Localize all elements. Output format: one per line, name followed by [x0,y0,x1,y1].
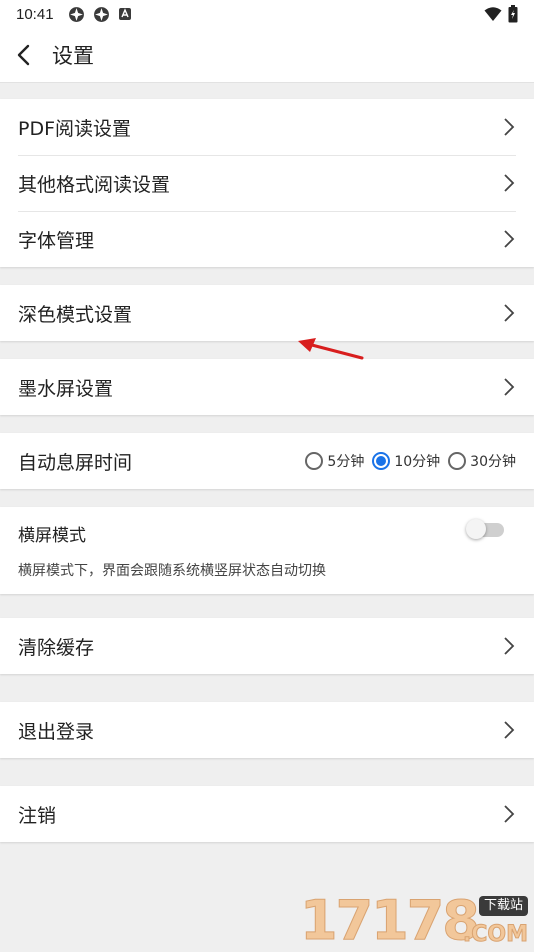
watermark-badge: 下载站 [478,896,528,916]
eink-settings-label: 墨水屏设置 [18,377,114,400]
font-management-label: 字体管理 [18,229,95,252]
logout-item[interactable]: 退出登录 [0,702,534,758]
timeout-option-10min[interactable]: 10分钟 [372,451,440,471]
timeout-option-label: 10分钟 [394,454,441,470]
app-icon [118,8,131,20]
pdf-reading-settings-label: PDF阅读设置 [18,117,132,140]
deregister-label: 注销 [18,804,57,827]
screen-timeout-radio-group: 5分钟 10分钟 30分钟 [305,451,516,471]
screen-timeout-item: 自动息屏时间 5分钟 10分钟 30分钟 [0,433,534,489]
status-icons-left [68,6,132,23]
notification-icon-2 [93,6,109,22]
toggle-knob [466,519,486,539]
dark-mode-settings-label: 深色模式设置 [18,303,133,326]
other-format-reading-settings-item[interactable]: 其他格式阅读设置 [0,155,534,211]
status-bar: 10:41 [0,0,534,28]
chevron-right-icon [502,635,516,657]
site-watermark: 17178 下载站 .COM [300,888,530,950]
chevron-right-icon [502,719,516,741]
timeout-option-label: 30分钟 [470,454,516,470]
deregister-item[interactable]: 注销 [0,786,534,842]
watermark-suffix: .COM [462,922,528,947]
screen-timeout-label: 自动息屏时间 [18,451,133,474]
wifi-icon [484,7,502,21]
clear-cache-label: 清除缓存 [18,636,95,659]
landscape-mode-description: 横屏模式下，界面会跟随系统横竖屏状态自动切换 [18,563,326,579]
back-button[interactable] [0,28,50,82]
battery-icon [508,5,518,23]
notification-icon-1 [68,6,84,22]
screen-timeout-section: 自动息屏时间 5分钟 10分钟 30分钟 [0,433,534,489]
app-bar: 设置 [0,28,534,83]
landscape-mode-toggle[interactable] [466,519,504,539]
timeout-option-5min[interactable]: 5分钟 [305,451,364,471]
reading-settings-section: PDF阅读设置 其他格式阅读设置 字体管理 [0,99,534,267]
status-time: 10:41 [16,5,54,23]
radio-unchecked-icon [448,452,467,470]
clear-cache-section: 清除缓存 [0,618,534,674]
logout-label: 退出登录 [18,720,95,743]
eink-settings-item[interactable]: 墨水屏设置 [0,359,534,415]
deregister-section: 注销 [0,786,534,842]
chevron-right-icon [502,228,516,250]
logout-section: 退出登录 [0,702,534,758]
eink-section: 墨水屏设置 [0,359,534,415]
landscape-section: 横屏模式 横屏模式下，界面会跟随系统横竖屏状态自动切换 [0,507,534,594]
other-format-reading-settings-label: 其他格式阅读设置 [18,173,171,196]
page-title: 设置 [52,44,94,68]
watermark-digits: 17178 [300,889,481,952]
chevron-right-icon [502,803,516,825]
pdf-reading-settings-item[interactable]: PDF阅读设置 [0,99,534,155]
radio-checked-icon [372,452,391,470]
radio-unchecked-icon [305,452,324,470]
dark-mode-section: 深色模式设置 [0,285,534,341]
dark-mode-settings-item[interactable]: 深色模式设置 [0,285,534,341]
chevron-right-icon [502,302,516,324]
status-icons-right [484,5,518,23]
chevron-right-icon [502,172,516,194]
landscape-mode-item: 横屏模式 横屏模式下，界面会跟随系统横竖屏状态自动切换 [0,507,534,594]
font-management-item[interactable]: 字体管理 [0,211,534,267]
landscape-mode-title: 横屏模式 [18,526,86,546]
chevron-right-icon [502,116,516,138]
timeout-option-label: 5分钟 [327,454,365,470]
timeout-option-30min[interactable]: 30分钟 [448,451,516,471]
clear-cache-item[interactable]: 清除缓存 [0,618,534,674]
back-arrow-icon [17,44,30,66]
chevron-right-icon [502,376,516,398]
